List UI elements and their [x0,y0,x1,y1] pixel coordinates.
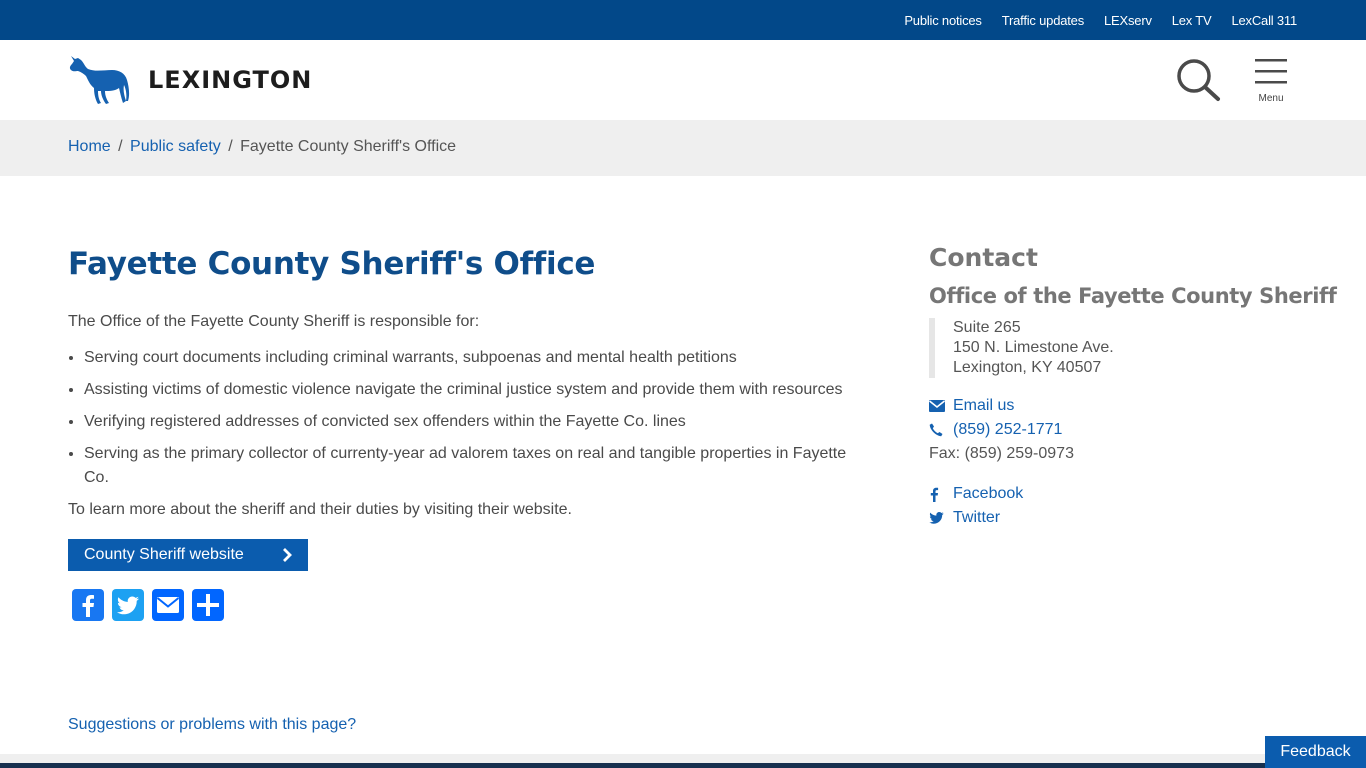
utility-link-traffic-updates[interactable]: Traffic updates [1002,13,1084,28]
contact-social: Facebook Twitter [929,482,1309,530]
address-line: Suite 265 [953,319,1021,336]
menu-label: Menu [1258,93,1284,104]
site-logo[interactable]: LEXINGTON [68,55,312,105]
county-sheriff-website-button[interactable]: County Sheriff website [68,539,308,571]
feedback-button[interactable]: Feedback [1265,736,1366,768]
contact-twitter-row: Twitter [929,506,1309,530]
contact-phone-row: (859) 252-1771 [929,418,1309,442]
contact-address: Suite 265 150 N. Limestone Ave. Lexingto… [929,318,1309,378]
contact-twitter-link[interactable]: Twitter [953,506,1000,530]
contact-facebook-link[interactable]: Facebook [953,482,1023,506]
utility-link-lexserv[interactable]: LEXserv [1104,13,1152,28]
breadcrumb-home[interactable]: Home [68,138,111,155]
breadcrumb: Home / Public safety / Fayette County Sh… [68,138,456,156]
contact-heading: Contact [929,243,1038,272]
utility-link-lexcall-311[interactable]: LexCall 311 [1232,13,1298,28]
twitter-share-button[interactable] [112,589,144,621]
breadcrumb-current: Fayette County Sheriff's Office [240,138,457,155]
contact-facebook-row: Facebook [929,482,1309,506]
logo-wordmark: LEXINGTON [148,66,313,94]
breadcrumb-public-safety[interactable]: Public safety [130,138,221,155]
page-title: Fayette County Sheriff's Office [68,246,596,282]
facebook-icon [82,595,94,617]
contact-fax: Fax: (859) 259-0973 [929,445,1074,462]
share-more-button[interactable] [192,589,224,621]
horse-logo-icon [69,56,130,104]
breadcrumb-bar: Home / Public safety / Fayette County Sh… [0,120,1366,176]
utility-link-lex-tv[interactable]: Lex TV [1172,13,1212,28]
footer-top-border [0,763,1366,768]
twitter-icon [117,596,139,615]
menu-button[interactable]: Menu [1255,58,1287,106]
utility-nav: Public notices Traffic updates LEXserv L… [904,0,1297,40]
intro-text: The Office of the Fayette County Sheriff… [68,313,480,330]
footer-strip [0,754,1366,768]
address-line: Lexington, KY 40507 [953,359,1102,376]
facebook-f-icon [929,487,953,502]
facebook-share-button[interactable] [72,589,104,621]
duty-item: Serving court documents including crimin… [84,346,858,370]
contact-organization: Office of the Fayette County Sheriff [929,284,1337,308]
utility-link-public-notices[interactable]: Public notices [904,13,982,28]
site-header: LEXINGTON Menu [0,40,1366,120]
plus-share-icon [197,594,219,616]
chevron-right-icon [283,548,292,562]
breadcrumb-separator: / [118,138,123,155]
learn-more-text: To learn more about the sheriff and thei… [68,501,572,518]
duty-item: Verifying registered addresses of convic… [84,410,858,434]
address-line: 150 N. Limestone Ave. [953,339,1114,356]
contact-email-row: Email us [929,394,1309,418]
phone-icon [929,423,953,437]
duty-item: Assisting victims of domestic violence n… [84,378,858,402]
utility-bar: Public notices Traffic updates LEXserv L… [0,0,1366,40]
contact-phone-link[interactable]: (859) 252-1771 [953,418,1062,442]
cta-label: County Sheriff website [84,546,244,563]
email-share-button[interactable] [152,589,184,621]
search-icon [1177,59,1220,101]
suggestions-link[interactable]: Suggestions or problems with this page? [68,716,356,734]
duty-item: Serving as the primary collector of curr… [84,442,858,490]
email-icon [156,597,180,613]
twitter-bird-icon [929,512,953,524]
search-button[interactable] [1175,57,1221,103]
hamburger-icon [1255,59,1287,84]
contact-methods: Email us (859) 252-1771 Fax: (859) 259-0… [929,394,1309,466]
contact-email-link[interactable]: Email us [953,394,1014,418]
duties-list: Serving court documents including crimin… [68,346,858,490]
breadcrumb-separator: / [228,138,233,155]
envelope-icon [929,400,953,412]
contact-sidebar: Contact Office of the Fayette County She… [929,243,1337,530]
share-buttons [72,589,858,621]
main-content: Fayette County Sheriff's Office The Offi… [68,244,858,621]
